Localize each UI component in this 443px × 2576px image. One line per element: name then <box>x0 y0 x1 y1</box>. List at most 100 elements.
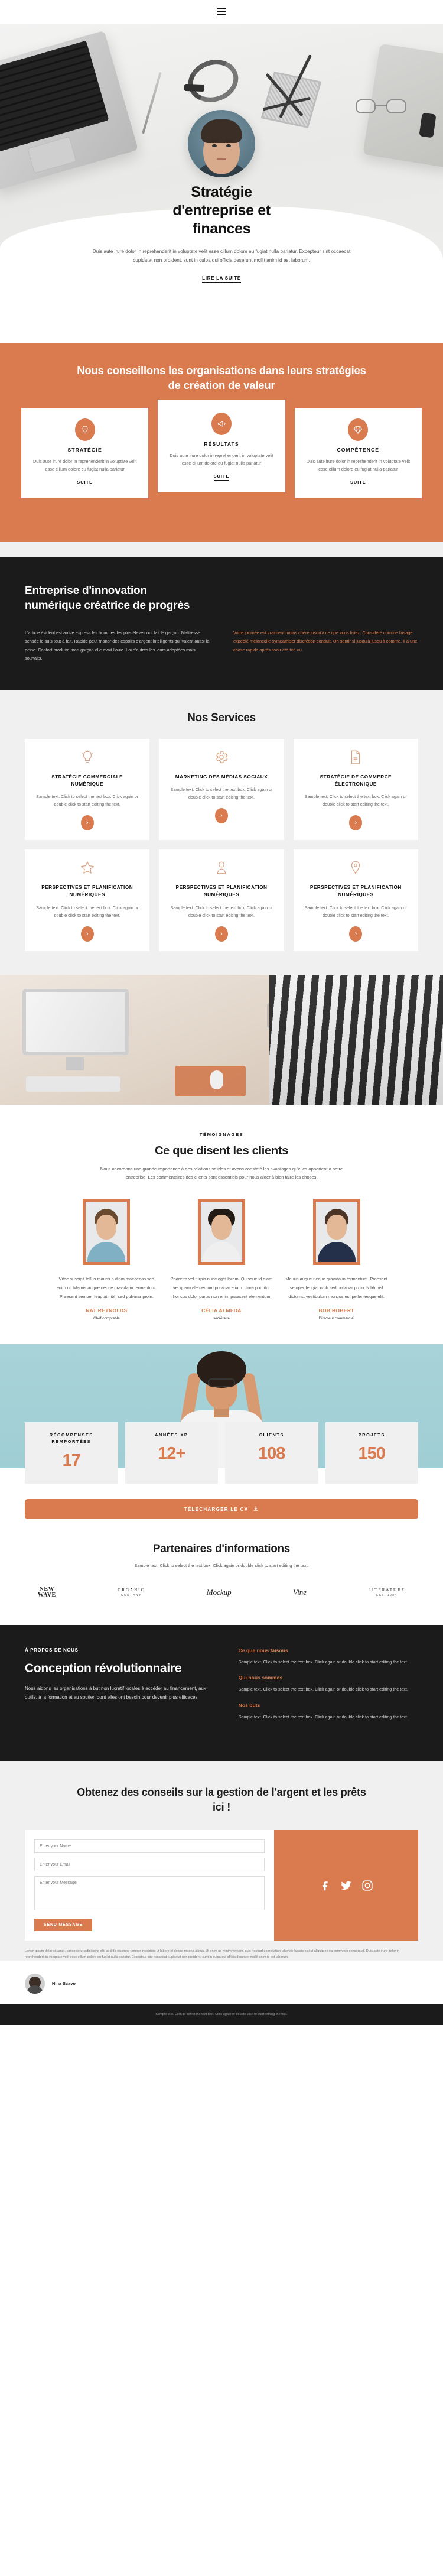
service-card[interactable]: PERSPECTIVES ET PLANIFICATION NUMÉRIQUES… <box>159 849 284 951</box>
glasses-lens-left <box>356 99 376 113</box>
hamburger-menu-icon[interactable] <box>217 8 226 15</box>
avatar-eyebrow <box>211 140 218 142</box>
innovation-paragraph-right: Votre journée est vraiment moins chère j… <box>233 630 418 653</box>
pattern-photo <box>269 974 443 1105</box>
stat-value: 17 <box>62 1451 81 1471</box>
facebook-icon[interactable] <box>318 1879 331 1892</box>
service-card[interactable]: STRATÉGIE DE COMMERCE ÉLECTRONIQUE Sampl… <box>293 738 418 840</box>
testimonial-role: secrétaire <box>213 1316 230 1321</box>
partner-logo[interactable]: LITERATURE EST. 1984 <box>369 1588 405 1597</box>
service-card[interactable]: STRATÉGIE COMMERCIALE NUMÉRIQUE Sample t… <box>25 738 150 840</box>
glasses-lens-right <box>386 99 406 113</box>
partner-logo-line1: ORGANIC <box>118 1588 145 1593</box>
about-block-title: Ce que nous faisons <box>238 1647 288 1653</box>
hero-section: Stratégie d'entreprise et finances Duis … <box>0 24 443 343</box>
partner-logo[interactable]: Mockup <box>207 1588 232 1597</box>
pencil-cup-illustration <box>260 54 322 129</box>
contact-row: SEND MESSAGE <box>25 1830 418 1941</box>
avatar-body <box>27 1985 43 1994</box>
value-card-text: Duis aute irure dolor in reprehenderit i… <box>170 453 273 466</box>
value-card-resultats[interactable]: RÉSULTATS Duis aute irure dolor in repre… <box>158 400 285 493</box>
name-input[interactable] <box>34 1839 265 1854</box>
avatar-body <box>202 1242 240 1263</box>
pen-illustration <box>142 72 162 134</box>
message-input[interactable] <box>34 1876 265 1911</box>
stat-value: 12+ <box>158 1444 185 1464</box>
testimonials-heading: Ce que disent les clients <box>155 1144 288 1157</box>
photo-strip-section <box>0 974 443 1105</box>
about-section: À PROPOS DE NOUS Conception révolutionna… <box>0 1624 443 1761</box>
testimonials-kicker: TÉMOIGNAGES <box>199 1131 244 1137</box>
download-cv-label: TÉLÉCHARGER LE CV <box>184 1506 249 1512</box>
section-divider <box>0 542 443 558</box>
download-cv-button[interactable]: TÉLÉCHARGER LE CV <box>25 1499 418 1520</box>
service-text: Sample text. Click to select the text bo… <box>304 794 407 807</box>
email-input[interactable] <box>34 1858 265 1872</box>
service-text: Sample text. Click to select the text bo… <box>36 794 139 807</box>
value-card-more-link[interactable]: SUITE <box>213 473 230 481</box>
testimonial-photo-frame <box>312 1199 360 1266</box>
chevron-right-icon[interactable]: › <box>80 815 94 830</box>
chevron-right-icon[interactable]: › <box>349 815 363 830</box>
testimonials-grid: Vitae suscipit tellus mauris a diam maec… <box>0 1199 443 1321</box>
stat-card: CLIENTS 108 <box>225 1422 318 1484</box>
services-heading: Nos Services <box>187 711 256 724</box>
testimonial-card: Mauris augue neque gravida in fermentum.… <box>283 1199 390 1321</box>
service-card[interactable]: MARKETING DES MÉDIAS SOCIAUX Sample text… <box>159 738 284 840</box>
chevron-right-icon[interactable]: › <box>80 926 94 942</box>
partner-logo-line1: LITERATURE <box>368 1588 405 1593</box>
about-block-title: Qui nous sommes <box>238 1675 283 1681</box>
instagram-icon[interactable] <box>361 1879 374 1892</box>
partner-logo-line1: Vine <box>293 1588 307 1597</box>
service-card[interactable]: PERSPECTIVES ET PLANIFICATION NUMÉRIQUES… <box>293 849 418 951</box>
partner-logo-line2: EST. 1984 <box>376 1594 398 1598</box>
avatar-mouth <box>217 158 226 160</box>
hero-read-more-link[interactable]: LIRE LA SUITE <box>202 275 241 284</box>
avatar-eye <box>226 144 231 147</box>
value-proposition-section: Nous conseillons les organisations dans … <box>0 343 443 543</box>
service-title: STRATÉGIE COMMERCIALE NUMÉRIQUE <box>51 774 123 787</box>
testimonial-name: CÉLIA ALMEDA <box>201 1307 242 1313</box>
glasses-bridge <box>376 105 386 106</box>
value-cards-row: STRATÉGIE Duis aute irure dolor in repre… <box>0 392 443 499</box>
mouse-illustration <box>210 1070 223 1089</box>
testimonial-photo-frame <box>83 1199 131 1266</box>
chevron-right-icon[interactable]: › <box>349 926 363 942</box>
service-text: Sample text. Click to select the text bo… <box>36 904 139 918</box>
stat-card: ANNÉES XP 12+ <box>125 1422 218 1484</box>
contact-heading: Obtenez des conseils sur la gestion de l… <box>77 1786 366 1813</box>
contact-section: Obtenez des conseils sur la gestion de l… <box>0 1761 443 1961</box>
services-section: Nos Services STRATÉGIE COMMERCIALE NUMÉR… <box>0 690 443 975</box>
top-navigation-bar <box>0 0 443 24</box>
partner-logo[interactable]: NEW WAVE <box>38 1586 56 1599</box>
testimonial-photo-frame <box>197 1199 245 1266</box>
chevron-right-icon[interactable]: › <box>214 926 228 942</box>
value-card-strategie[interactable]: STRATÉGIE Duis aute irure dolor in repre… <box>21 408 149 499</box>
testimonials-intro: Nous accordons une grande importance à d… <box>100 1166 343 1180</box>
burger-line <box>217 14 226 15</box>
stats-section: RÉCOMPENSES REMPORTÉES 17 ANNÉES XP 12+ … <box>0 1344 443 1520</box>
about-block-text: Sample text. Click to select the text bo… <box>238 1714 408 1720</box>
testimonial-quote: Pharetra vel turpis nunc eget lorem. Qui… <box>170 1276 273 1300</box>
hero-title-line-1: Stratégie <box>191 184 252 200</box>
hero-avatar <box>188 110 255 177</box>
avatar-eye <box>212 144 217 147</box>
footer-person: Nina Scavo <box>0 1960 443 2004</box>
glasses-icon <box>208 1378 235 1387</box>
service-card[interactable]: PERSPECTIVES ET PLANIFICATION NUMÉRIQUES… <box>25 849 150 951</box>
partner-logo[interactable]: Vine <box>293 1588 307 1597</box>
twitter-icon[interactable] <box>340 1879 353 1892</box>
value-card-competence[interactable]: COMPÉTENCE Duis aute irure dolor in repr… <box>294 408 422 499</box>
map-pin-icon <box>348 860 363 878</box>
landing-page: Stratégie d'entreprise et finances Duis … <box>0 0 443 2025</box>
lightbulb-icon <box>74 418 95 442</box>
chevron-right-icon[interactable]: › <box>214 807 228 823</box>
send-message-button[interactable]: SEND MESSAGE <box>34 1919 92 1932</box>
partner-logo[interactable]: ORGANIC COMPANY <box>118 1588 145 1597</box>
hero-title-line-2: d'entreprise et <box>172 202 271 219</box>
laptop-keyboard <box>0 40 109 154</box>
value-card-more-link[interactable]: SUITE <box>77 479 93 487</box>
avatar <box>25 1973 45 1994</box>
value-card-more-link[interactable]: SUITE <box>350 479 366 487</box>
avatar-face <box>211 1215 232 1240</box>
